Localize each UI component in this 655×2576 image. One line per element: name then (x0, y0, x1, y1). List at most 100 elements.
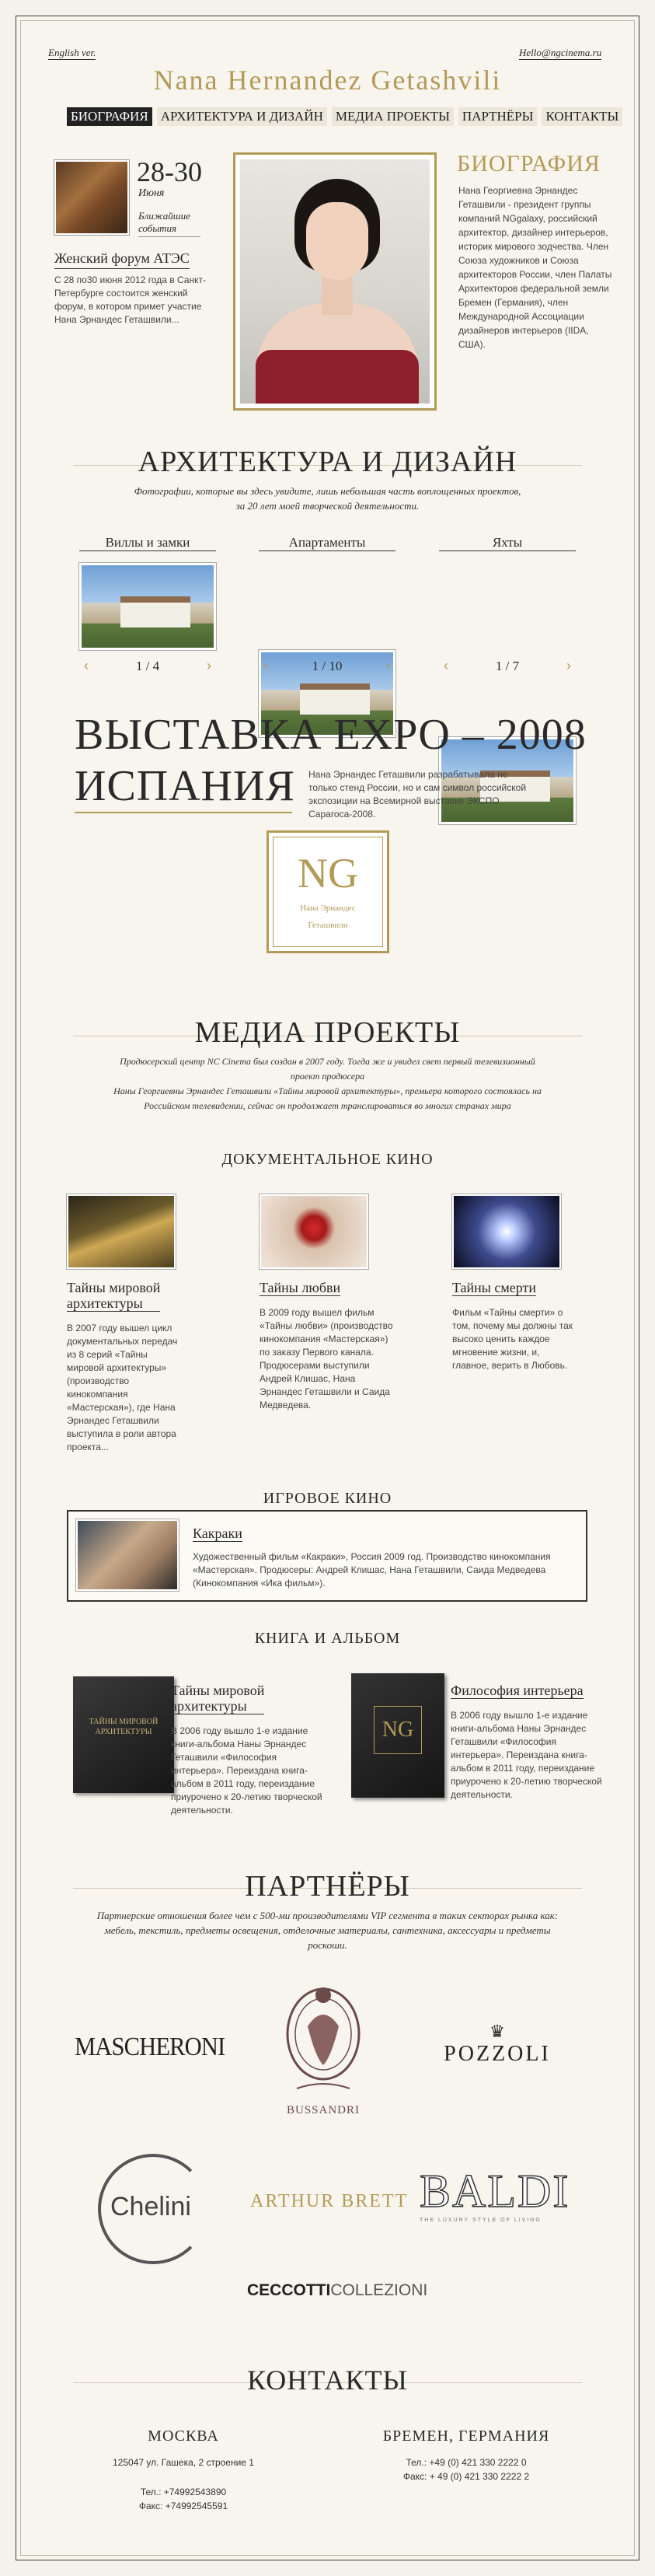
gallery-label-apartments[interactable]: Апартаменты (259, 535, 395, 551)
expo-title-line2: ИСПАНИЯ (75, 762, 295, 810)
gallery-next-arrow-icon[interactable]: › (207, 658, 211, 674)
event-month: Июня (138, 187, 165, 199)
architecture-subtitle: Фотографии, которые вы здесь увидите, ли… (0, 484, 655, 513)
partners-subtitle: Партнерские отношения более чем с 500-ми… (0, 1908, 655, 1952)
gallery-counter: 1 / 10 (312, 659, 343, 673)
partners-title: ПАРТНЁРЫ (245, 1870, 410, 1903)
contact-city-bremen: БРЕМЕН, ГЕРМАНИЯ (382, 2427, 550, 2445)
partner-logo-chelini[interactable]: Chelini (98, 2154, 208, 2264)
partner-name-pozzoli: POZZOLI (444, 2042, 551, 2066)
contact-phone-moscow: Тел.: +74992543890 (140, 2487, 227, 2497)
book-title-line: Философия интерьера (451, 1683, 584, 1698)
nav-item-biography[interactable]: БИОГРАФИЯ (67, 107, 152, 126)
bio-title: БИОГРАФИЯ (457, 151, 601, 177)
main-nav: БИОГРАФИЯ АРХИТЕКТУРА И ДИЗАЙН МЕДИА ПРО… (67, 107, 623, 126)
event-text: С 28 по30 июня 2012 года в Санкт-Петербу… (54, 274, 206, 325)
expo-title-line1: ВЫСТАВКА EXPO – 2008 (75, 711, 587, 759)
nav-item-media[interactable]: МЕДИА ПРОЕКТЫ (331, 107, 454, 126)
media-subtitle: Продюсерский центр NC Cinema был создан … (0, 1054, 655, 1113)
event-title-link[interactable]: Женский форум АТЭС (54, 250, 190, 269)
gallery-counter: 1 / 4 (135, 659, 160, 673)
partner-name-baldi: BALDI (419, 2165, 570, 2217)
film-title-death[interactable]: Тайны смерти (452, 1280, 537, 1296)
film-title-love[interactable]: Тайны любви (260, 1280, 341, 1296)
partners-subtitle-line: Партнерские отношения более чем с 500-ми… (96, 1910, 559, 1921)
partner-logo-ceccotti[interactable]: CECCOTTICOLLEZIONI (247, 2281, 427, 2300)
architecture-subtitle-line: за 20 лет моей творческой деятельности. (235, 500, 420, 512)
ng-logo-name-line: Нана Эрнандес (300, 904, 356, 913)
contact-fax-bremen: Факс: + 49 (0) 421 330 2222 2 (402, 2471, 530, 2482)
english-version-link[interactable]: English ver. (48, 47, 96, 60)
architecture-subtitle-line: Фотографии, которые вы здесь увидите, ли… (134, 485, 521, 497)
event-thumbnail-image[interactable] (54, 160, 129, 235)
book-title-line: Тайны мировой (171, 1683, 265, 1698)
film-image-death[interactable] (452, 1194, 561, 1269)
book-text-architecture: В 2006 году вышло 1-е издание книги-альб… (171, 1725, 322, 1816)
book-cover-monogram: NG (374, 1706, 422, 1754)
contact-fax-moscow: Факс: +74992545591 (138, 2501, 228, 2511)
film-image-architecture[interactable] (67, 1194, 176, 1269)
contact-phone-bremen: Тел.: +49 (0) 421 330 2222 0 (406, 2457, 527, 2468)
architecture-title: АРХИТЕКТУРА И ДИЗАЙН (138, 446, 517, 478)
event-note-rule (138, 236, 200, 237)
nav-item-architecture[interactable]: АРХИТЕКТУРА И ДИЗАЙН (156, 107, 327, 126)
gallery-label-yachts[interactable]: Яхты (439, 535, 576, 551)
film-title-line: Тайны мировой (67, 1280, 161, 1295)
book-cover-architecture[interactable]: ТАЙНЫ МИРОВОЙ АРХИТЕКТУРЫ (73, 1676, 174, 1793)
book-text-interior: В 2006 году вышло 1-е издание книги-альб… (451, 1710, 602, 1800)
nav-item-contacts[interactable]: КОНТАКТЫ (542, 107, 623, 126)
film-title-line: Тайны смерти (452, 1280, 537, 1295)
bussandri-crest-icon (286, 1987, 361, 2089)
nav-item-partners[interactable]: ПАРТНЁРЫ (458, 107, 538, 126)
partner-name-chelini: Chelini (110, 2192, 191, 2221)
book-title-line: архитектуры (171, 1698, 247, 1714)
partner-name-bussandri: BUSSANDRI (286, 2104, 361, 2116)
gallery-next-arrow-icon[interactable]: › (386, 658, 391, 674)
contact-address-moscow: 125047 ул. Гашека, 2 строение 1 (113, 2457, 254, 2468)
portrait-photo (233, 152, 437, 411)
event-note-line: события (138, 222, 177, 234)
contacts-title: КОНТАКТЫ (247, 2365, 408, 2396)
film-title-architecture[interactable]: Тайны мировой архитектуры (67, 1280, 161, 1312)
feature-film-image[interactable] (76, 1519, 179, 1591)
book-title-interior[interactable]: Философия интерьера (451, 1683, 584, 1699)
partner-logo-mascheroni[interactable]: MASCHERONI (75, 2032, 225, 2062)
film-text-death: Фильм «Тайны смерти» о том, почему мы до… (452, 1307, 573, 1371)
pozzoli-crown-icon: ♛ (490, 2022, 505, 2041)
partner-logo-baldi[interactable]: BALDI THE LUXURY STYLE OF LIVING (419, 2165, 583, 2223)
event-day: 28-30 (137, 156, 202, 187)
film-text-architecture: В 2007 году вышел цикл документальных пе… (67, 1323, 178, 1452)
film-image-love[interactable] (260, 1194, 368, 1269)
partner-tagline-baldi: THE LUXURY STYLE OF LIVING (420, 2218, 542, 2223)
feature-film-title: ИГРОВОЕ КИНО (263, 1490, 392, 1507)
bio-text: Нана Георгиевна Эрнандес Геташвили - пре… (458, 185, 612, 350)
books-title: КНИГА И АЛЬБОМ (254, 1630, 401, 1647)
partner-name-ceccotti: CECCOTTI (247, 2281, 331, 2299)
film-title-line: архитектуры (67, 1295, 143, 1311)
partner-logo-bussandri[interactable]: BUSSANDRI (273, 1980, 373, 2124)
partner-logo-pozzoli[interactable]: ♛ POZZOLI (420, 2022, 575, 2067)
media-subtitle-line: Наны Георгиевны Эрнандес Геташвили «Тайн… (113, 1085, 542, 1096)
email-link[interactable]: Hello@ngcinema.ru (519, 47, 602, 60)
gallery-next-arrow-icon[interactable]: › (566, 658, 571, 674)
media-title: МЕДИА ПРОЕКТЫ (194, 1016, 461, 1049)
media-subtitle-line: проект продюсера (290, 1071, 365, 1082)
gallery-counter: 1 / 7 (495, 659, 520, 673)
feature-film-text: Художественный фильм «Какраки», Россия 2… (193, 1551, 551, 1589)
book-title-architecture[interactable]: Тайны мировой архитектуры (171, 1683, 265, 1714)
partner-logo-arthur-brett[interactable]: ARTHUR BRETT (250, 2191, 408, 2212)
documentary-title: ДОКУМЕНТАЛЬНОЕ КИНО (221, 1151, 434, 1168)
media-subtitle-line: Российском телевидении, сейчас он продол… (144, 1100, 511, 1111)
gallery-label-villas[interactable]: Виллы и замки (79, 535, 216, 551)
gallery-image-villas[interactable] (79, 563, 216, 650)
site-title: Nana Hernandez Getashvili (153, 65, 502, 96)
partner-name-collezioni: COLLEZIONI (330, 2281, 428, 2299)
film-text-love: В 2009 году вышел фильм «Тайны любви» (п… (260, 1307, 393, 1410)
ng-logo: NG Нана Эрнандес Геташвили (267, 830, 389, 953)
partners-subtitle-line: роскоши. (308, 1939, 347, 1951)
media-subtitle-line: Продюсерский центр NC Cinema был создан … (120, 1056, 535, 1067)
event-note: Ближайшие события (138, 210, 190, 235)
feature-film-name[interactable]: Какраки (193, 1526, 242, 1542)
film-title-line: Тайны любви (260, 1280, 341, 1295)
book-cover-interior[interactable]: NG (351, 1673, 444, 1798)
